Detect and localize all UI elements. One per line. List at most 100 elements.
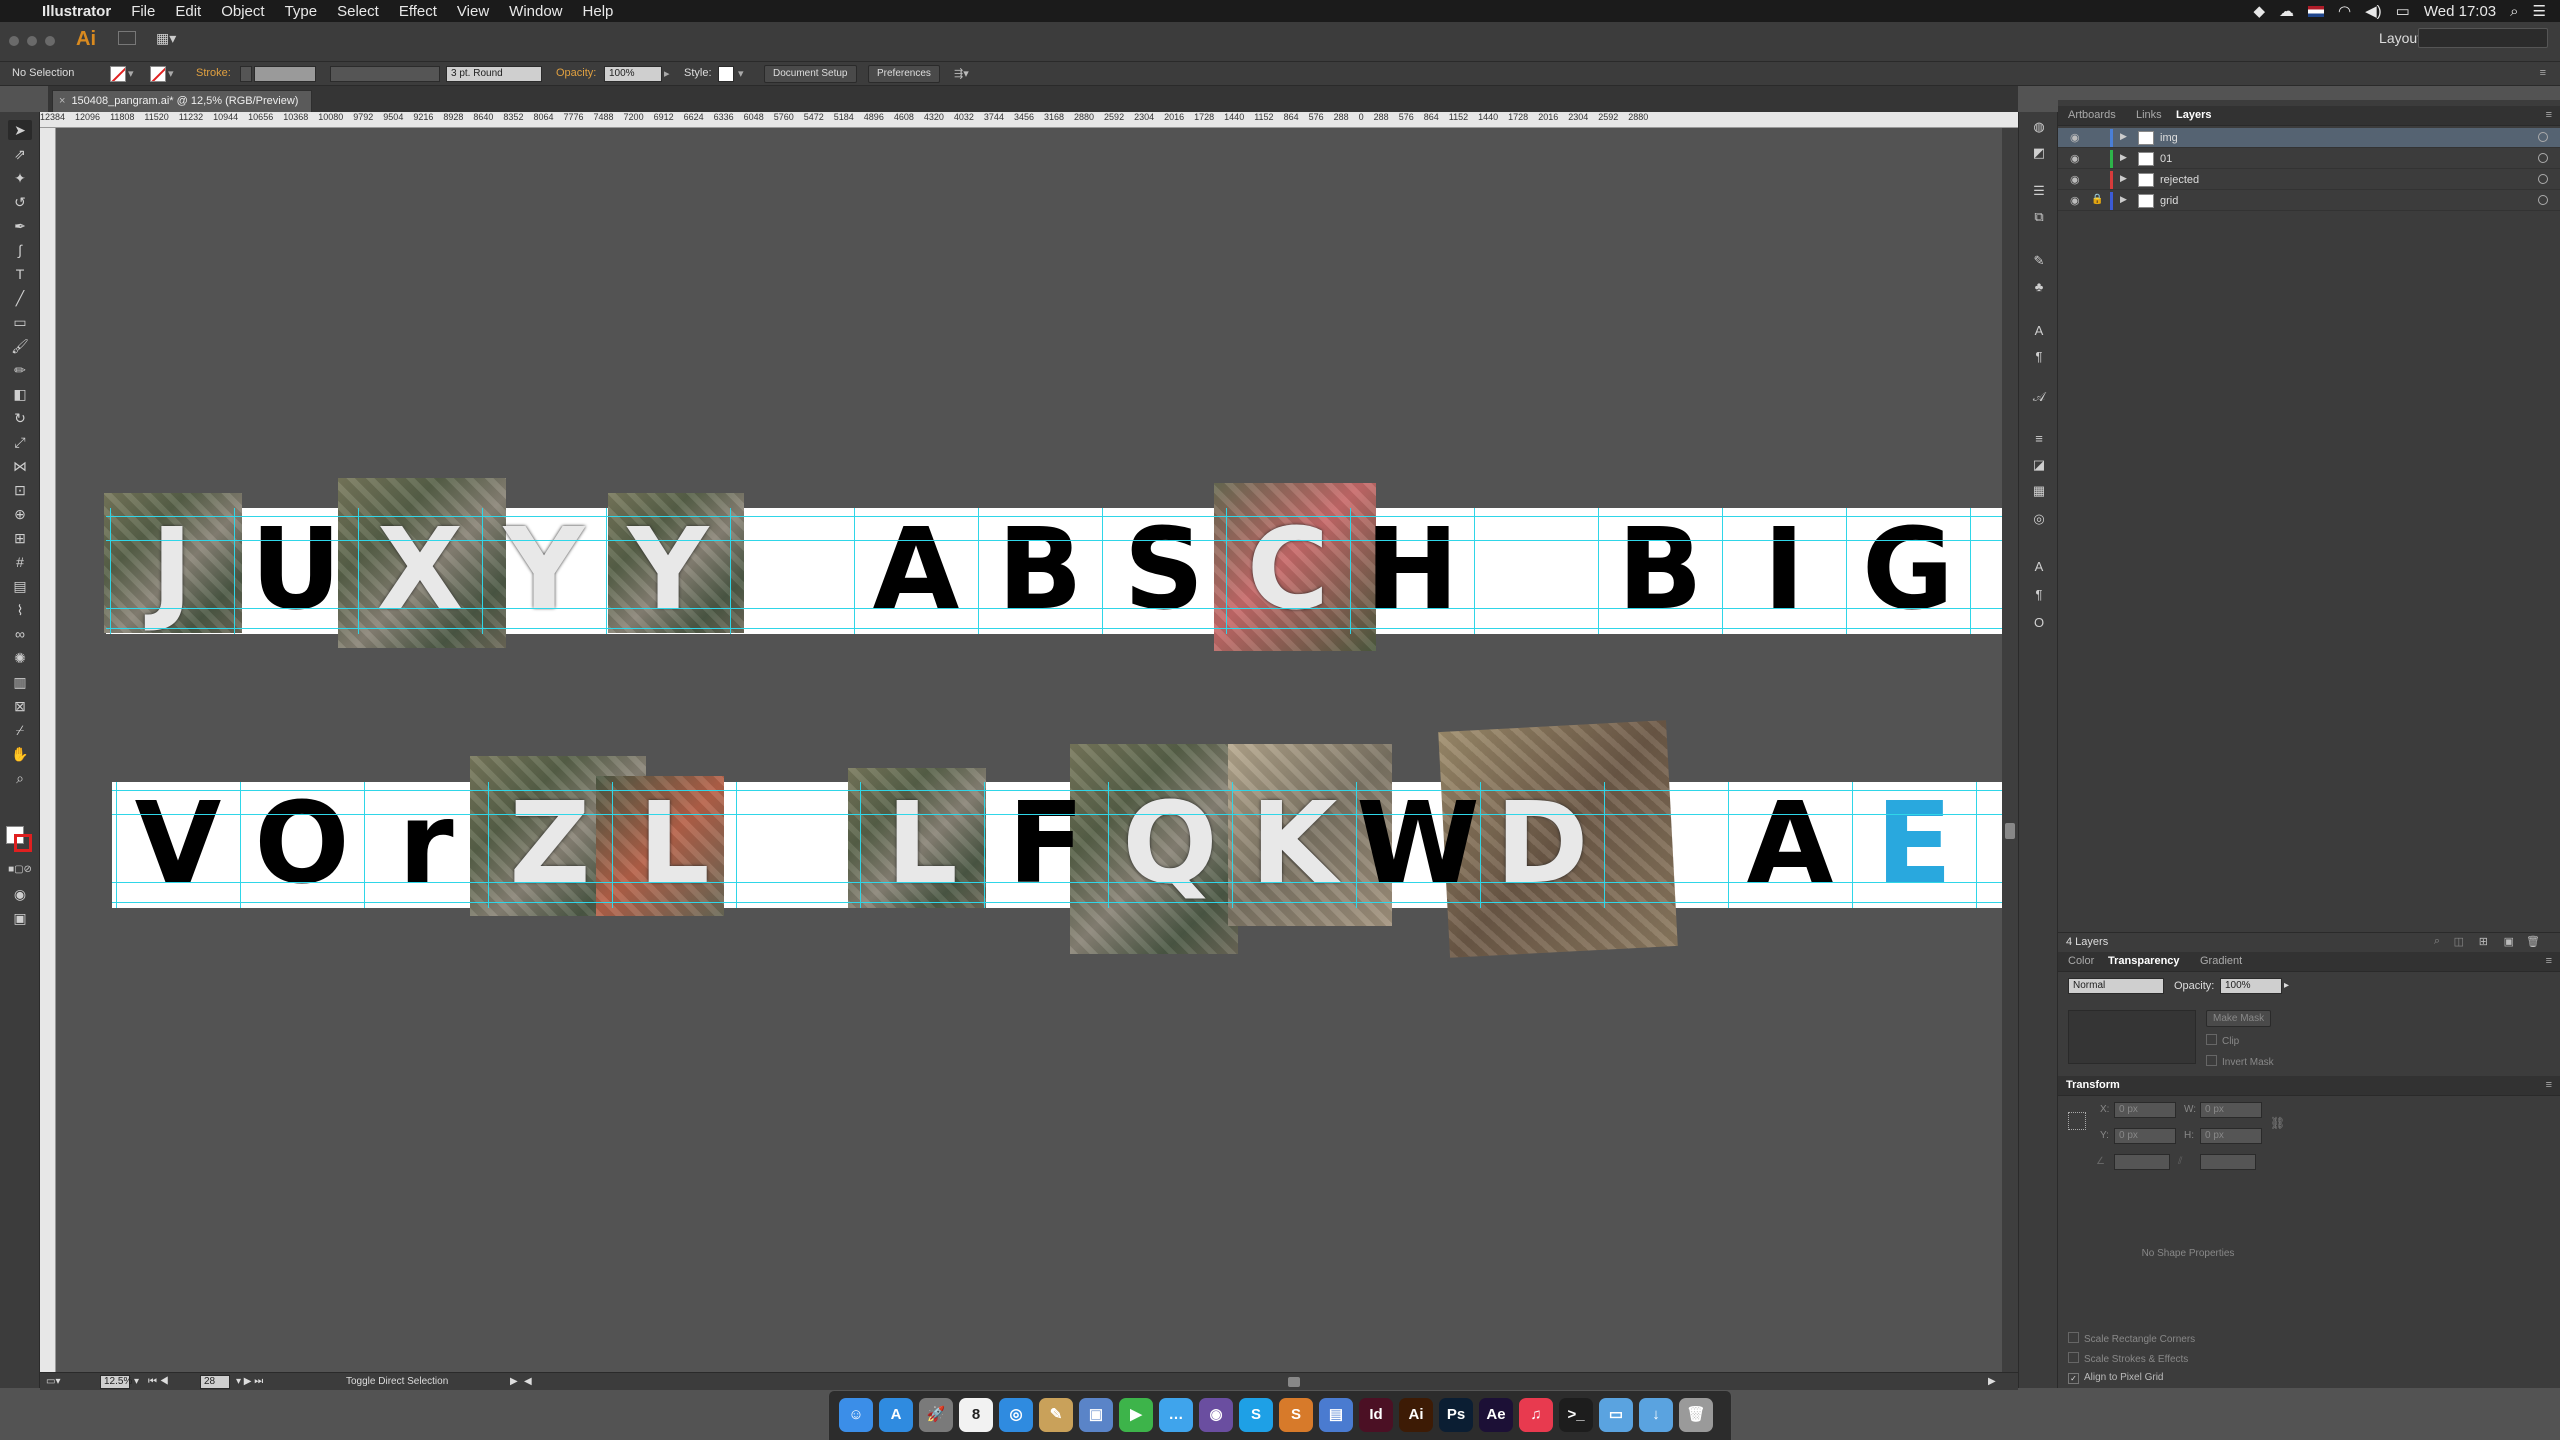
stroke-color-box[interactable]: [14, 834, 32, 852]
scroll-right-icon[interactable]: ▶: [1988, 1376, 1996, 1387]
style-dropdown-icon[interactable]: ▾: [738, 67, 744, 80]
opacity-arrow-icon[interactable]: ▸: [2284, 980, 2289, 991]
character-styles-icon[interactable]: A: [2029, 558, 2049, 576]
dock-indesign-icon[interactable]: Id: [1359, 1398, 1393, 1432]
blend-mode-select[interactable]: Normal: [2068, 978, 2164, 994]
tab-color[interactable]: Color: [2068, 955, 2094, 967]
clip-checkbox[interactable]: Clip: [2206, 1034, 2239, 1047]
menu-object[interactable]: Object: [211, 3, 274, 20]
layer-name[interactable]: grid: [2160, 195, 2178, 207]
visibility-eye-icon[interactable]: ◉: [2070, 194, 2080, 207]
spotlight-icon[interactable]: ⌕: [2510, 3, 2518, 20]
menu-window[interactable]: Window: [499, 3, 572, 20]
letter-cell[interactable]: L: [860, 784, 984, 904]
layer-row-01[interactable]: ◉ ▶ 01: [2058, 149, 2560, 169]
artboard-canvas[interactable]: JUXYYABSCHBIG VOrZLLFQKWDAE: [56, 128, 2002, 1372]
search-help-input[interactable]: [2418, 28, 2548, 48]
letter-cell[interactable]: Z: [488, 784, 612, 904]
scroll-left-icon[interactable]: ◀: [524, 1376, 532, 1387]
make-clipping-mask-icon[interactable]: ◫: [2454, 935, 2464, 948]
target-icon[interactable]: [2538, 195, 2548, 205]
letter-cell[interactable]: L: [612, 784, 736, 904]
mesh-tool-icon[interactable]: #: [8, 552, 32, 572]
scale-strokes-effects-checkbox[interactable]: Scale Strokes & Effects: [2068, 1352, 2188, 1365]
y-field[interactable]: 0 px: [2114, 1128, 2176, 1144]
color-mode-icon[interactable]: ■▢⊘: [8, 860, 32, 880]
line-tool-icon[interactable]: ╱: [8, 288, 32, 308]
fill-dropdown-icon[interactable]: ▾: [128, 67, 134, 80]
dock-finder-icon[interactable]: ☺: [839, 1398, 873, 1432]
curvature-tool-icon[interactable]: ∫: [8, 240, 32, 260]
letter-cell[interactable]: X: [358, 510, 482, 630]
document-setup-button[interactable]: Document Setup: [764, 65, 857, 83]
stroke-stepper[interactable]: [240, 66, 252, 82]
pencil-tool-icon[interactable]: ✏: [8, 360, 32, 380]
next-artboard-icon[interactable]: ▾ ▶ ⏭: [236, 1376, 263, 1387]
letter-cell[interactable]: Y: [606, 510, 730, 630]
opacity-field[interactable]: 100%: [604, 66, 662, 82]
letter-cell[interactable]: B: [978, 510, 1102, 630]
visibility-eye-icon[interactable]: ◉: [2070, 131, 2080, 144]
paragraph-icon[interactable]: ¶: [2029, 586, 2049, 604]
paintbrush-tool-icon[interactable]: 🖌: [8, 336, 32, 356]
brushes-icon[interactable]: ✎: [2029, 252, 2049, 270]
letter-cell[interactable]: C: [1226, 510, 1350, 630]
expand-arrow-icon[interactable]: ▶: [2120, 131, 2127, 142]
menu-view[interactable]: View: [447, 3, 499, 20]
notification-center-icon[interactable]: ☰: [2533, 2, 2546, 20]
dock-trash-icon[interactable]: 🗑: [1679, 1398, 1713, 1432]
dock-folder-icon[interactable]: ▭: [1599, 1398, 1633, 1432]
shear-field[interactable]: [2200, 1154, 2256, 1170]
dock-downloads-icon[interactable]: ↓: [1639, 1398, 1673, 1432]
rotate-tool-icon[interactable]: ↻: [8, 408, 32, 428]
appearance-icon[interactable]: ◎: [2029, 510, 2049, 528]
reference-point-icon[interactable]: [2068, 1112, 2086, 1130]
align-icon[interactable]: ☰: [2029, 182, 2049, 200]
symbols-icon[interactable]: ♣: [2029, 278, 2049, 296]
lock-icon[interactable]: 🔒: [2091, 194, 2103, 205]
dock-github-icon[interactable]: ◉: [1199, 1398, 1233, 1432]
graphic-styles-icon[interactable]: ▦: [2029, 482, 2049, 500]
stroke-dropdown-icon[interactable]: ▾: [168, 67, 174, 80]
stroke-weight-field[interactable]: [254, 66, 316, 82]
slice-tool-icon[interactable]: ⌿: [8, 720, 32, 740]
letter-cell[interactable]: Q: [1108, 784, 1232, 904]
letter-cell[interactable]: W: [1356, 784, 1480, 904]
symbol-sprayer-tool-icon[interactable]: ✺: [8, 648, 32, 668]
expand-arrow-icon[interactable]: ▶: [2120, 152, 2127, 163]
stroke-icon[interactable]: ≡: [2029, 430, 2049, 448]
letter-cell[interactable]: J: [110, 510, 234, 630]
rotate-field[interactable]: [2114, 1154, 2170, 1170]
scroll-thumb[interactable]: [2005, 823, 2015, 839]
letter-cell[interactable]: B: [1598, 510, 1722, 630]
vertical-scrollbar[interactable]: [2002, 128, 2018, 1372]
zoom-field[interactable]: 12.5%: [100, 1375, 132, 1389]
minimize-window-icon[interactable]: [27, 36, 37, 46]
dock-photoshop-icon[interactable]: Ps: [1439, 1398, 1473, 1432]
make-mask-button[interactable]: Make Mask: [2206, 1010, 2272, 1027]
dock-sublime-icon[interactable]: S: [1279, 1398, 1313, 1432]
layer-name[interactable]: img: [2160, 132, 2178, 144]
visibility-eye-icon[interactable]: ◉: [2070, 173, 2080, 186]
color-guide-icon[interactable]: ◍: [2029, 118, 2049, 136]
invert-mask-checkbox[interactable]: Invert Mask: [2206, 1055, 2274, 1068]
layer-name[interactable]: 01: [2160, 153, 2172, 165]
eyedropper-tool-icon[interactable]: ⌇: [8, 600, 32, 620]
artboard-nav-icon[interactable]: ▭▾: [46, 1376, 60, 1387]
arrange-documents-icon[interactable]: ▦▾: [156, 30, 176, 47]
w-field[interactable]: 0 px: [2200, 1102, 2262, 1118]
direct-selection-tool-icon[interactable]: ⇗: [8, 144, 32, 164]
paragraph-styles-icon[interactable]: ¶: [2029, 348, 2049, 366]
dock-calendar-icon[interactable]: 8: [959, 1398, 993, 1432]
letter-cell[interactable]: K: [1232, 784, 1356, 904]
menu-type[interactable]: Type: [275, 3, 328, 20]
zoom-dropdown-icon[interactable]: ▾: [134, 1376, 139, 1387]
tab-gradient[interactable]: Gradient: [2200, 955, 2242, 967]
letter-cell[interactable]: F: [984, 784, 1108, 904]
new-layer-icon[interactable]: ▣: [2504, 935, 2514, 948]
h-field[interactable]: 0 px: [2200, 1128, 2262, 1144]
close-window-icon[interactable]: [9, 36, 19, 46]
graphic-style-swatch[interactable]: [718, 66, 734, 82]
vertical-ruler[interactable]: [40, 128, 56, 1372]
letter-cell[interactable]: A: [854, 510, 978, 630]
